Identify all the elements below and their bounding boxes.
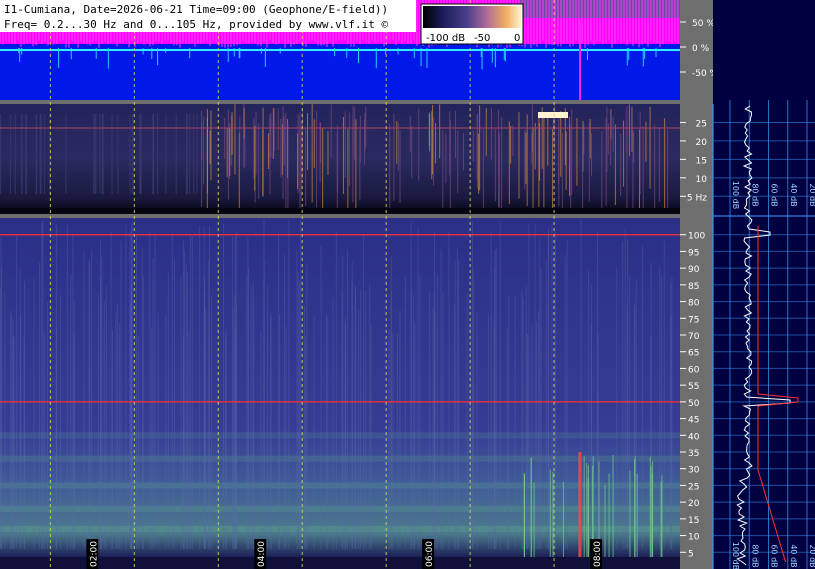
amplitude-tick-label: 0 % <box>692 44 710 54</box>
fullspec-floor <box>0 557 680 569</box>
fullspec-tick-label: 80 <box>688 299 700 309</box>
fullspec-tick-label: 85 <box>688 282 699 292</box>
avgspec-db-label: 80 dB <box>750 544 759 567</box>
header: I1-Cumiana, Date=2026-06-21 Time=09:00 (… <box>0 0 416 32</box>
fullspec-tick-label: 60 <box>688 365 700 375</box>
fullspec-tick-label: 25 <box>688 482 699 492</box>
lowfreq-bright-burst <box>538 112 568 118</box>
fullspec-tick-label: 30 <box>688 466 700 476</box>
avgspec-db-label: 80 dB <box>750 183 759 206</box>
colorbar-label-min: -100 dB <box>426 33 465 44</box>
fullspec-tick-label: 75 <box>688 315 699 325</box>
lowfreq-tick-label: 5 Hz <box>687 193 707 203</box>
lowfreq-tick-label: 25 <box>696 119 707 129</box>
avgspec-db-label: 40 dB <box>789 183 798 206</box>
lowfreq-floor <box>0 208 680 214</box>
fullspec-tick-label: 15 <box>688 516 699 526</box>
amplitude-tick-label: 50 % <box>692 19 715 29</box>
avgspec-db-label: 60 dB <box>770 544 779 567</box>
vlf-spectrogram-display: 50 % 0 % -50 % 25 20 15 10 5 Hz 100 95 90 85 80 75 7… <box>0 0 815 569</box>
avgspec-db-label: 60 dB <box>770 183 779 206</box>
time-tick-label: 04:00 <box>257 541 267 567</box>
average-spectrum-panel: 100 dB 80 dB 60 dB 40 dB 20 dB 100 dB 80 dB 60 … <box>712 0 815 569</box>
fullspec-tick-label: 50 <box>688 399 700 409</box>
lowfreq-tick-label: 10 <box>696 175 708 185</box>
header-freq: Freq= 0.2...30 Hz and 0...105 Hz, provid… <box>4 18 388 31</box>
fullspec-tick-label: 55 <box>688 382 699 392</box>
fullspec-tick-label: 20 <box>688 499 700 509</box>
header-title: I1-Cumiana, Date=2026-06-21 Time=09:00 (… <box>4 3 388 16</box>
lowfreq-tick-label: 15 <box>696 156 707 166</box>
colorbar-label-max: 0 <box>514 33 520 44</box>
fullspec-tick-label: 5 <box>688 549 694 559</box>
time-tick-label: 06:00 <box>425 541 435 567</box>
fullspec-tick-label: 70 <box>688 332 700 342</box>
time-tick-label: 02:00 <box>89 541 99 567</box>
avgspec-db-label: 20 dB <box>808 183 815 206</box>
avgspec-db-label: 40 dB <box>789 544 798 567</box>
fullspec-tick-label: 65 <box>688 349 699 359</box>
colorbar-gradient <box>423 6 521 28</box>
full-spectrogram <box>0 218 680 569</box>
colorbar: -100 dB -50 0 <box>420 3 524 45</box>
avgspec-db-label: 100 dB <box>731 542 740 569</box>
fullspec-tick-label: 45 <box>688 416 699 426</box>
avgspec-db-label: 20 dB <box>808 544 815 567</box>
fullspec-tick-label: 90 <box>688 265 700 275</box>
fullspec-tick-label: 35 <box>688 449 699 459</box>
fullspec-tick-label: 95 <box>688 248 699 258</box>
low-frequency-spectrogram <box>0 104 680 214</box>
spectrogram-chart: 50 %0 %-50 % 252015105 Hz 10095908580757… <box>0 0 815 569</box>
avgspec-db-label: 100 dB <box>731 181 740 209</box>
colorbar-label-mid: -50 <box>474 33 490 44</box>
time-tick-label: 08:00 <box>593 541 603 567</box>
fullspec-tick-label: 10 <box>688 533 700 543</box>
lowfreq-tick-label: 20 <box>696 138 708 148</box>
fullspec-tick-label: 40 <box>688 432 700 442</box>
fullspec-tick-label: 100 <box>688 232 705 242</box>
